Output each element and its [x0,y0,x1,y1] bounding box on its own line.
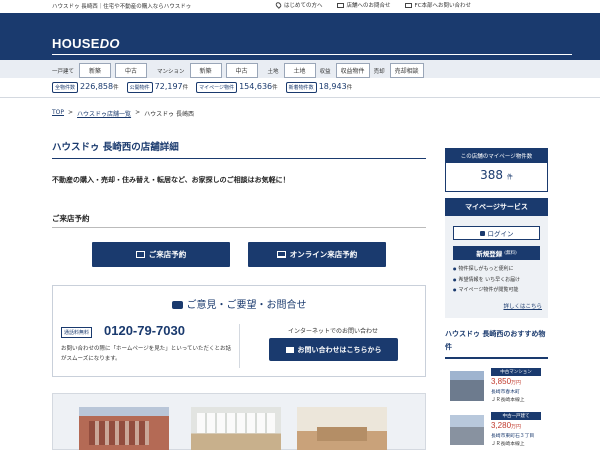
mypage-header: マイページサービス [445,198,548,216]
housedo-logo[interactable]: HOUSEDO [52,36,120,51]
count-header: この店舗のマイページ物件数 [446,149,547,163]
visit-reservation-button[interactable]: ご来店予約 [92,242,230,267]
property-address: 長崎市東町石３丁目 [491,434,535,439]
recommend-heading: ハウスドゥ 長崎西のおすすめ物件 [445,330,546,351]
inquiry-heading: ご意見・ご要望・お問合せ [53,296,425,311]
cat-house-used[interactable]: 中古 [115,63,148,78]
cat-label-income: 収益 [319,68,331,75]
stat-mypage: マイページ物件 154,636件 [196,82,278,93]
top-link-fc-contact[interactable]: FC本部へお問い合わせ [404,1,471,9]
property-price: 3,280万円 [491,421,522,430]
top-links: はじめての方へ 店舗へのお問合せ FC本部へお問い合わせ [274,1,471,9]
inquiry-panel: ご意見・ご要望・お問合せ 通話料無料 0120-79-7030 お問い合わせの際… [52,285,426,377]
benefit-item: 物件探しがもっと便利に [453,264,520,275]
stat-public: 公開物件 72,197件 [126,82,188,93]
reserve-underline [52,227,426,228]
stat-new: 新着物件数 18,943件 [285,82,352,93]
envelope-icon [285,346,294,353]
register-button[interactable]: 新規登録 (無料) [453,246,540,260]
property-address: 長崎市春木町 [491,390,520,395]
intro-text: 不動産の購入・売却・住み替え・転居など、お家探しのご相談はお気軽に！ [52,176,290,184]
cat-label-land: 土地 [267,68,279,75]
title-underline [52,158,426,159]
cat-mansion-used[interactable]: 中古 [225,63,258,78]
pin-icon [274,1,283,9]
inquiry-button[interactable]: お問い合わせはこちらから [269,338,398,361]
count-value: 388 件 [480,168,513,182]
property-thumbnail [450,415,484,445]
mypage-count-box: この店舗のマイページ物件数 388 件 [445,148,548,192]
cat-label-mansion: マンション [157,68,185,75]
benefit-item: マイページ物件が閲覧可能 [453,285,520,296]
store-counter-photo [297,407,387,450]
cat-income[interactable]: 収益物件 [335,63,370,78]
category-nav: 一戸建て 新築 中古 マンション 新築 中古 土地 土地 収益 収益物件 売却 … [0,60,600,78]
phone-note: お問い合わせの際に「ホームページを見た」といっていただくとお話がスムーズになりま… [61,346,231,362]
recommend-item[interactable]: 中古一戸建て 3,280万円 長崎市東町石３丁目 ＪＲ長崎本線上 [450,412,548,450]
online-reservation-button[interactable]: オンライン来店予約 [248,242,386,267]
cat-mansion-new[interactable]: 新築 [189,63,222,78]
property-price: 3,850万円 [491,377,522,386]
property-thumbnail [450,371,484,401]
breadcrumb-current: ハウスドゥ 長崎西 [144,111,195,118]
recommend-underline [445,357,548,359]
lock-icon [479,230,485,236]
site-tagline: ハウスドゥ 長崎西｜住宅や不動産の購入ならハウスドゥ [52,4,192,10]
cat-house-new[interactable]: 新築 [79,63,112,78]
store-icon [135,251,145,258]
top-link-beginners[interactable]: はじめての方へ [274,1,323,9]
top-link-store-contact[interactable]: 店舗へのお問合せ [336,1,391,9]
cat-label-sell: 売却 [373,68,385,75]
cat-sell[interactable]: 売却相談 [389,63,424,78]
mypage-service-box: マイページサービス ログイン 新規登録(無料) 物件探しがもっと便利に 希望情報… [445,198,548,318]
benefit-list: 物件探しがもっと便利に 希望情報を いち早くお届け マイページ物件が閲覧可能 [453,264,521,296]
chat-icon [171,301,183,309]
page-title: ハウスドゥ 長崎西の店舗詳細 [52,142,179,153]
stats-divider [0,97,600,98]
property-line: ＪＲ長崎本線上 [491,442,525,447]
store-exterior-photo [79,407,169,450]
stat-total: 全物件数 226,858件 [52,82,119,93]
laptop-icon [276,251,286,258]
property-type-badge: 中古一戸建て [491,412,541,420]
breadcrumb-store-list[interactable]: ハウスドゥ店舗一覧 [77,109,131,118]
phone-number[interactable]: 0120-79-7030 [104,323,185,338]
recommend-item[interactable]: 中古マンション 3,850万円 長崎市春木町 ＪＲ長崎本線上 [450,368,548,406]
more-link[interactable]: 詳しくはこちら [503,302,542,310]
mail-icon [404,3,412,8]
toll-free-badge: 通話料無料 [61,327,93,338]
header-divider [52,54,572,55]
breadcrumb-top[interactable]: TOP [52,109,64,118]
top-bar: ハウスドゥ 長崎西｜住宅や不動産の購入ならハウスドゥ はじめての方へ 店舗へのお… [0,0,600,13]
reserve-heading: ご来店予約 [52,214,90,223]
net-inquiry-label: インターネットでのお問い合わせ [287,328,378,335]
login-button[interactable]: ログイン [453,226,540,240]
property-type-badge: 中古マンション [491,368,541,376]
cat-label-house: 一戸建て [52,68,75,75]
benefit-item: 希望情報を いち早くお届け [453,275,521,286]
property-line: ＪＲ長崎本線上 [491,398,525,403]
store-interior-photo [191,407,281,450]
site-header: HOUSEDO [0,13,600,60]
store-photos [52,393,426,450]
breadcrumb: TOP > ハウスドゥ店舗一覧 > ハウスドゥ 長崎西 [52,109,195,118]
mail-icon [336,3,344,8]
cat-land[interactable]: 土地 [283,63,316,78]
property-stats: 全物件数 226,858件 公開物件 72,197件 マイページ物件 154,636件… [52,82,352,93]
